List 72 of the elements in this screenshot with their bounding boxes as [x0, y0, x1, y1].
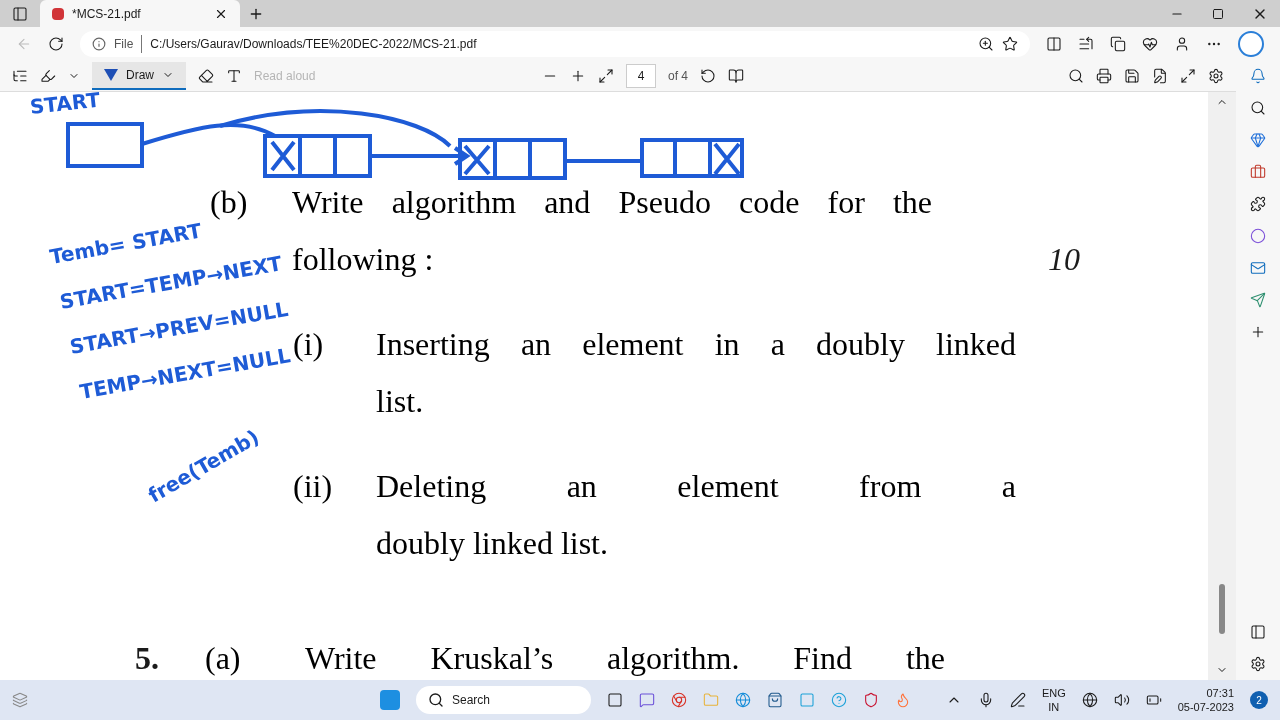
rotate-icon[interactable]: [700, 67, 716, 84]
item-label: (a): [205, 639, 242, 678]
clock-date[interactable]: 05-07-2023: [1177, 700, 1234, 714]
restore-icon[interactable]: [1212, 7, 1224, 20]
zoom-icon[interactable]: [978, 35, 994, 52]
document-text: doubly linked list.: [376, 524, 609, 563]
search-icon[interactable]: [1068, 67, 1084, 84]
item-label: (b): [210, 183, 249, 222]
pdf-icon: [52, 7, 64, 20]
text-icon[interactable]: [226, 67, 242, 84]
sidebar-icon[interactable]: [1250, 624, 1266, 640]
draw-button[interactable]: Draw: [92, 61, 186, 90]
add-icon[interactable]: [1250, 324, 1266, 340]
favorite-icon[interactable]: [1002, 35, 1018, 52]
favorites-icon[interactable]: [1078, 35, 1094, 52]
page-count: of 4: [668, 67, 688, 85]
store-icon[interactable]: [767, 692, 783, 708]
item-label: (i): [293, 325, 325, 364]
save-icon[interactable]: [1124, 67, 1140, 84]
url-text: C:/Users/Gaurav/Downloads/TEE%20DEC-2022/MCS-21.pdf: [150, 35, 478, 53]
chat-icon[interactable]: [639, 692, 655, 708]
outlook-icon[interactable]: [1250, 260, 1266, 276]
search-field[interactable]: Search: [416, 686, 591, 714]
document-text: list.: [376, 382, 425, 421]
volume-icon[interactable]: [1113, 692, 1130, 708]
scheme-label: File: [114, 34, 143, 53]
clock-time[interactable]: 07:31: [1206, 686, 1234, 700]
document-text: Write Kruskal’s algorithm. Find the: [305, 639, 945, 678]
health-icon[interactable]: [1142, 35, 1158, 52]
pen-icon[interactable]: [1009, 692, 1026, 708]
address-bar[interactable]: File C:/Users/Gaurav/Downloads/TEE%20DEC-2022/MCS-21.pdf: [80, 30, 1030, 57]
eraser-icon[interactable]: [198, 67, 214, 84]
network-icon[interactable]: [1081, 692, 1098, 708]
battery-icon[interactable]: [1145, 692, 1162, 708]
page-view-icon[interactable]: [728, 67, 744, 84]
item-label: (ii): [293, 467, 334, 506]
document-text: Write algorithm and Pseudo code for the: [292, 183, 932, 222]
document-text: following :: [292, 240, 435, 279]
document-text: Deleting an element from a: [376, 467, 1016, 506]
task-view-icon[interactable]: [607, 692, 623, 708]
bell-icon[interactable]: [1250, 68, 1266, 84]
notification-badge[interactable]: 2: [1250, 691, 1268, 709]
handwritten-note: START: [28, 92, 102, 121]
highlight-icon[interactable]: [40, 67, 56, 84]
antivirus-icon[interactable]: [863, 692, 879, 708]
collections-icon[interactable]: [1110, 35, 1126, 52]
page-number-field[interactable]: 4: [626, 63, 656, 88]
search-icon: [428, 692, 444, 708]
pen-icon: [104, 68, 118, 81]
refresh-icon[interactable]: [48, 35, 64, 52]
marks: 10: [1048, 240, 1080, 279]
fit-icon[interactable]: [598, 67, 614, 84]
tab-actions-icon[interactable]: [12, 5, 28, 22]
region[interactable]: IN: [1048, 700, 1060, 714]
fullscreen-icon[interactable]: [1180, 67, 1196, 84]
print-icon[interactable]: [1096, 67, 1112, 84]
browser-icon[interactable]: [671, 692, 687, 708]
search-icon[interactable]: [1250, 100, 1266, 116]
games-icon[interactable]: [1250, 196, 1266, 212]
browser-tab[interactable]: *MCS-21.pdf: [40, 0, 240, 27]
settings-icon[interactable]: [1208, 67, 1224, 84]
profile-icon[interactable]: [1174, 35, 1190, 52]
settings-icon[interactable]: [1250, 656, 1266, 672]
split-screen-icon[interactable]: [1046, 35, 1062, 52]
language[interactable]: ENG: [1041, 686, 1066, 700]
document-text: Inserting an element in a doubly linked: [376, 325, 1016, 364]
tab-title: *MCS-21.pdf: [72, 5, 142, 23]
save-as-icon[interactable]: [1152, 67, 1168, 84]
info-icon: [92, 36, 106, 51]
send-icon[interactable]: [1250, 292, 1266, 308]
question-number: 5.: [135, 639, 160, 678]
scrollbar-thumb[interactable]: [1219, 584, 1225, 634]
